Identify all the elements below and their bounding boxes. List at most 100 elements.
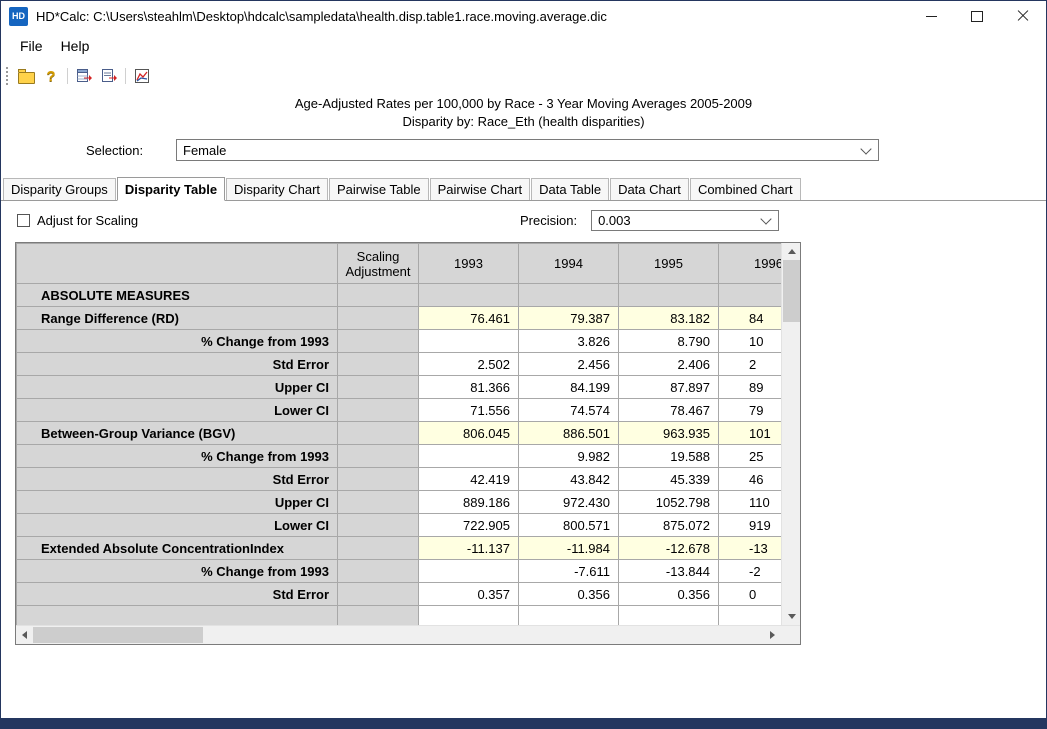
toolbar-separator — [125, 68, 126, 84]
value-cell: -12.678 — [619, 537, 719, 560]
app-icon: HD — [9, 7, 28, 26]
tab-data-chart[interactable]: Data Chart — [610, 178, 689, 200]
export-report-icon[interactable] — [100, 67, 118, 85]
row-label: Extended Absolute ConcentrationIndex — [17, 537, 338, 560]
tab-disparity-chart[interactable]: Disparity Chart — [226, 178, 328, 200]
table-row: Extended Absolute ConcentrationIndex -11.… — [17, 537, 782, 560]
value-cell: 78.467 — [619, 399, 719, 422]
value-cell: 875.072 — [619, 514, 719, 537]
menu-bar: FileHelp — [1, 31, 1046, 61]
value-cell: 45.339 — [619, 468, 719, 491]
close-button[interactable] — [1000, 1, 1046, 31]
open-file-icon[interactable] — [17, 67, 35, 85]
value-cell: 10 — [719, 330, 782, 353]
column-header: 1994 — [519, 244, 619, 284]
arrow-right-icon — [770, 631, 775, 639]
row-label: % Change from 1993 — [17, 560, 338, 583]
value-cell: 806.045 — [419, 422, 519, 445]
scaling-cell — [338, 468, 419, 491]
value-cell: -13.844 — [619, 560, 719, 583]
value-cell: 42.419 — [419, 468, 519, 491]
scaling-cell — [338, 560, 419, 583]
vertical-scrollbar[interactable] — [781, 243, 800, 625]
row-label: Upper CI — [17, 376, 338, 399]
menu-file[interactable]: File — [11, 34, 52, 58]
minimize-button[interactable] — [908, 1, 954, 31]
value-cell: 889.186 — [419, 491, 519, 514]
value-cell: -13 — [719, 537, 782, 560]
report-title-line2: Disparity by: Race_Eth (health dispariti… — [1, 113, 1046, 131]
value-cell: 83.182 — [619, 307, 719, 330]
app-window: HD HD*Calc: C:\Users\steahlm\Desktop\hdc… — [0, 0, 1047, 729]
window-bottom-edge — [1, 718, 1046, 728]
value-cell — [619, 284, 719, 307]
column-header: 1993 — [419, 244, 519, 284]
table-row: Std Error2.5022.4562.4062 — [17, 353, 782, 376]
value-cell: 2.406 — [619, 353, 719, 376]
vertical-scrollbar-thumb[interactable] — [783, 260, 800, 322]
row-label: Std Error — [17, 353, 338, 376]
help-icon[interactable]: ? — [42, 67, 60, 85]
scaling-cell — [338, 399, 419, 422]
value-cell — [519, 284, 619, 307]
toolbar-grip-icon — [6, 67, 10, 85]
report-title: Age-Adjusted Rates per 100,000 by Race -… — [1, 95, 1046, 131]
menu-help[interactable]: Help — [52, 34, 99, 58]
value-cell: 800.571 — [519, 514, 619, 537]
column-header — [17, 244, 338, 284]
table-row: Lower CI71.55674.57478.46779 — [17, 399, 782, 422]
column-header: 1995 — [619, 244, 719, 284]
precision-dropdown[interactable]: 0.003 — [591, 210, 779, 231]
horizontal-scrollbar[interactable] — [16, 625, 800, 644]
table-row-partial — [17, 606, 782, 626]
tab-disparity-table[interactable]: Disparity Table — [117, 177, 225, 201]
table-row: Range Difference (RD)76.46179.38783.1828… — [17, 307, 782, 330]
value-cell: 84 — [719, 307, 782, 330]
value-cell: 963.935 — [619, 422, 719, 445]
tab-disparity-groups[interactable]: Disparity Groups — [3, 178, 116, 200]
value-cell: 84.199 — [519, 376, 619, 399]
scaling-cell — [338, 491, 419, 514]
value-cell — [719, 284, 782, 307]
value-cell: 81.366 — [419, 376, 519, 399]
row-label: Range Difference (RD) — [17, 307, 338, 330]
value-cell: 2.502 — [419, 353, 519, 376]
horizontal-scrollbar-thumb[interactable] — [33, 627, 203, 643]
arrow-up-icon — [788, 249, 796, 254]
value-cell: -11.984 — [519, 537, 619, 560]
horizontal-scrollbar-track[interactable] — [16, 626, 781, 644]
adjust-scaling-checkbox[interactable] — [17, 214, 30, 227]
value-cell: 19.588 — [619, 445, 719, 468]
scaling-cell — [338, 353, 419, 376]
scroll-up-button[interactable] — [782, 243, 801, 260]
tab-pairwise-chart[interactable]: Pairwise Chart — [430, 178, 531, 200]
scroll-left-button[interactable] — [16, 626, 33, 644]
scroll-down-button[interactable] — [782, 608, 801, 625]
value-cell: 919 — [719, 514, 782, 537]
table-row: Upper CI81.36684.19987.89789 — [17, 376, 782, 399]
selection-dropdown[interactable]: Female — [176, 139, 879, 161]
row-label: Upper CI — [17, 491, 338, 514]
scaling-cell — [338, 514, 419, 537]
maximize-icon — [971, 11, 983, 22]
precision-group: Precision: 0.003 — [520, 209, 779, 231]
table-row: Std Error42.41943.84245.33946 — [17, 468, 782, 491]
value-cell: 0.356 — [519, 583, 619, 606]
scroll-right-button[interactable] — [764, 626, 781, 644]
export-data-icon[interactable] — [75, 67, 93, 85]
scaling-cell — [338, 376, 419, 399]
tab-pairwise-table[interactable]: Pairwise Table — [329, 178, 429, 200]
maximize-button[interactable] — [954, 1, 1000, 31]
selection-value: Female — [183, 143, 226, 158]
value-cell: 74.574 — [519, 399, 619, 422]
chart-icon[interactable] — [133, 67, 151, 85]
table-row: % Change from 1993-7.611-13.844-2 — [17, 560, 782, 583]
minimize-icon — [926, 16, 937, 17]
precision-label: Precision: — [520, 213, 577, 228]
tab-data-table[interactable]: Data Table — [531, 178, 609, 200]
table-row: ABSOLUTE MEASURES — [17, 284, 782, 307]
scaling-cell — [338, 537, 419, 560]
value-cell: 76.461 — [419, 307, 519, 330]
tab-combined-chart[interactable]: Combined Chart — [690, 178, 801, 200]
table-row: Std Error0.3570.3560.3560 — [17, 583, 782, 606]
